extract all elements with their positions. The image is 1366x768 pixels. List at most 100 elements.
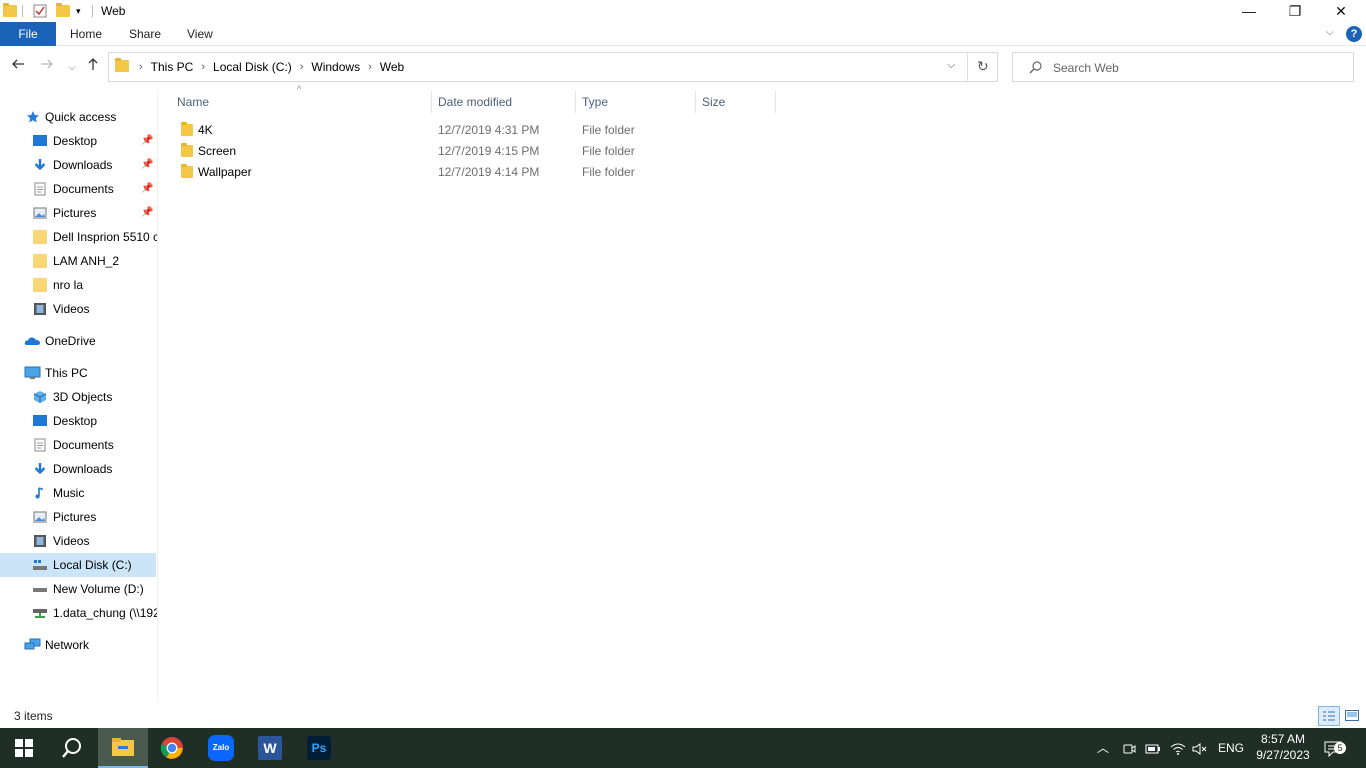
chevron-right-icon[interactable]: › <box>296 61 308 73</box>
refresh-icon[interactable]: ↻ <box>977 58 989 75</box>
taskbar-photoshop[interactable]: Ps <box>295 728 343 768</box>
large-icons-view-button[interactable] <box>1342 706 1362 726</box>
sidebar-item-documents[interactable]: Documents 📌 <box>0 177 156 201</box>
sidebar-item-pc-videos[interactable]: Videos <box>0 529 156 553</box>
sidebar-item-onedrive[interactable]: OneDrive <box>0 329 156 353</box>
sidebar-item-lam-anh[interactable]: LAM ANH_2 <box>0 249 156 273</box>
battery-icon[interactable] <box>1145 728 1161 768</box>
navigation-pane: Quick access Desktop 📌 Downloads 📌 Docum… <box>0 91 158 701</box>
sidebar-item-quick-access[interactable]: Quick access <box>0 105 156 129</box>
chevron-right-icon[interactable]: › <box>197 61 209 73</box>
meet-now-icon[interactable] <box>1122 728 1136 768</box>
column-header-name[interactable]: Name <box>177 91 209 113</box>
breadcrumb-web[interactable]: Web <box>376 60 408 74</box>
close-button[interactable]: ✕ <box>1318 0 1364 22</box>
file-explorer-icon <box>112 738 134 756</box>
pin-icon[interactable]: 📌 <box>141 129 153 153</box>
sidebar-item-pc-documents[interactable]: Documents <box>0 433 156 457</box>
start-button[interactable] <box>0 728 48 768</box>
network-drive-icon <box>33 609 47 618</box>
pin-icon[interactable]: 📌 <box>141 201 153 225</box>
forward-button[interactable] <box>37 57 57 77</box>
tab-file[interactable]: File <box>0 22 56 46</box>
chevron-right-icon[interactable]: › <box>364 61 376 73</box>
notifications-button[interactable]: 5 <box>1324 728 1346 768</box>
downloads-icon <box>34 463 46 475</box>
taskbar-file-explorer[interactable] <box>98 728 148 768</box>
column-divider[interactable] <box>431 91 432 113</box>
file-name: Screen <box>198 144 237 158</box>
tab-view[interactable]: View <box>187 22 213 46</box>
folder-icon <box>3 3 17 19</box>
tab-home[interactable]: Home <box>70 22 102 46</box>
column-header-size[interactable]: Size <box>702 91 725 113</box>
expand-ribbon-icon[interactable]: ⌵ <box>1326 27 1334 38</box>
tab-share[interactable]: Share <box>129 22 161 46</box>
sidebar-item-network[interactable]: Network <box>0 633 156 657</box>
clock[interactable]: 8:57 AM 9/27/2023 <box>1256 728 1310 768</box>
pictures-icon <box>33 207 47 219</box>
divider <box>92 5 93 17</box>
restore-button[interactable]: ❐ <box>1272 0 1318 22</box>
search-placeholder: Search Web <box>1053 61 1119 75</box>
back-button[interactable] <box>8 57 28 77</box>
sidebar-item-music[interactable]: Music <box>0 481 156 505</box>
taskbar-word[interactable]: W <box>246 728 294 768</box>
documents-icon <box>34 182 46 196</box>
help-icon[interactable]: ? <box>1346 26 1362 42</box>
column-header-date-modified[interactable]: Date modified <box>438 91 512 113</box>
sidebar-item-pc-desktop[interactable]: Desktop <box>0 409 156 433</box>
start-icon <box>15 739 33 757</box>
sidebar-item-desktop[interactable]: Desktop 📌 <box>0 129 156 153</box>
breadcrumb-local-disk[interactable]: Local Disk (C:) <box>209 60 296 74</box>
sidebar-item-dell-insprion[interactable]: Dell Insprion 5510 c <box>0 225 157 249</box>
properties-icon[interactable] <box>33 3 47 19</box>
sidebar-item-videos[interactable]: Videos <box>0 297 156 321</box>
sidebar-item-3d-objects[interactable]: 3D Objects <box>0 385 156 409</box>
sidebar-item-downloads[interactable]: Downloads 📌 <box>0 153 156 177</box>
sidebar-item-data-chung[interactable]: 1.data_chung (\\192 <box>0 601 157 625</box>
volume-muted-icon[interactable] <box>1192 728 1208 768</box>
table-row[interactable]: Screen 12/7/2019 4:15 PM File folder <box>174 141 774 162</box>
language-indicator[interactable]: ENG <box>1218 728 1244 768</box>
column-divider[interactable] <box>695 91 696 113</box>
details-view-button[interactable] <box>1318 706 1340 726</box>
pictures-icon <box>33 511 47 523</box>
show-hidden-icons-icon[interactable]: ︿ <box>1097 728 1109 768</box>
address-bar[interactable]: › This PC › Local Disk (C:) › Windows › … <box>108 52 998 82</box>
pin-icon[interactable]: 📌 <box>141 177 153 201</box>
pin-icon[interactable]: 📌 <box>141 153 153 177</box>
minimize-button[interactable]: — <box>1226 0 1272 22</box>
search-button[interactable] <box>48 728 96 768</box>
taskbar-chrome[interactable] <box>148 728 196 768</box>
sidebar-item-local-disk-c[interactable]: Local Disk (C:) <box>0 553 156 577</box>
table-row[interactable]: 4K 12/7/2019 4:31 PM File folder <box>174 120 774 141</box>
search-input[interactable]: Search Web <box>1012 52 1354 82</box>
sidebar-item-pc-downloads[interactable]: Downloads <box>0 457 156 481</box>
chevron-right-icon[interactable]: › <box>135 61 147 73</box>
address-dropdown-icon[interactable]: ⌵ <box>947 59 955 72</box>
recent-locations-icon[interactable]: ⌵ <box>62 57 82 77</box>
videos-icon <box>34 535 46 547</box>
up-button[interactable] <box>83 57 103 77</box>
table-row[interactable]: Wallpaper 12/7/2019 4:14 PM File folder <box>174 162 774 183</box>
breadcrumb-this-pc[interactable]: This PC <box>147 60 198 74</box>
taskbar-zalo[interactable]: Zalo <box>197 728 245 768</box>
sidebar-item-new-volume-d[interactable]: New Volume (D:) <box>0 577 156 601</box>
sidebar-item-pictures[interactable]: Pictures 📌 <box>0 201 156 225</box>
file-type: File folder <box>582 165 635 179</box>
sidebar-item-this-pc[interactable]: This PC <box>0 361 156 385</box>
wifi-icon[interactable] <box>1170 728 1186 768</box>
sidebar-item-pc-pictures[interactable]: Pictures <box>0 505 156 529</box>
column-divider[interactable] <box>775 91 776 113</box>
music-icon <box>35 487 44 499</box>
folder-icon <box>181 164 193 179</box>
videos-icon <box>34 303 46 315</box>
customize-toolbar-icon[interactable]: ▾ <box>76 3 81 19</box>
column-header-type[interactable]: Type <box>582 91 608 113</box>
downloads-icon <box>34 159 46 171</box>
new-folder-icon[interactable] <box>56 3 70 19</box>
column-divider[interactable] <box>575 91 576 113</box>
sidebar-item-nro-la[interactable]: nro la <box>0 273 156 297</box>
breadcrumb-windows[interactable]: Windows <box>307 60 364 74</box>
